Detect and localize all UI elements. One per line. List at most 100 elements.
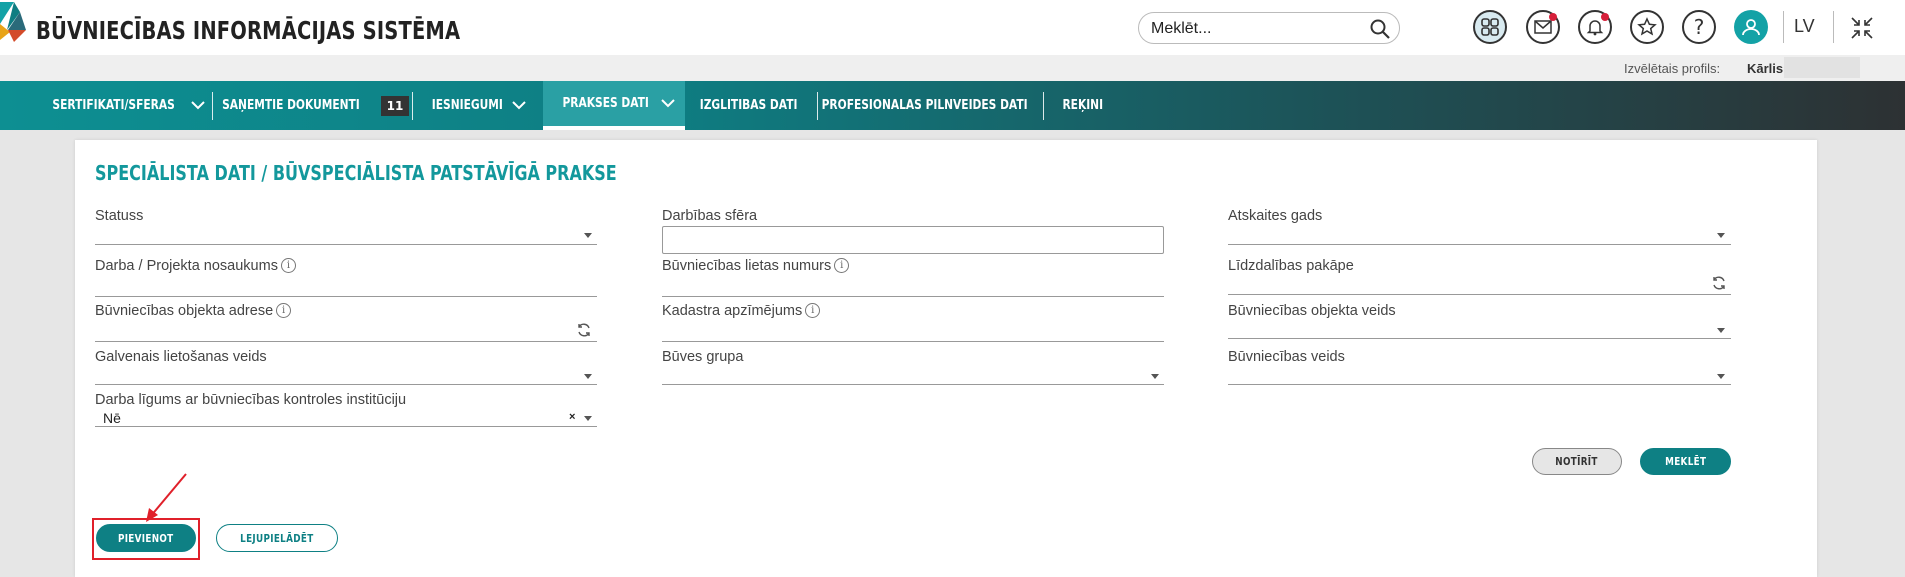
language-switcher[interactable]: LV xyxy=(1794,16,1815,37)
main-nav: SERTIFIKĀTI/SFĒRAS SAŅEMTIE DOKUMENTI 11… xyxy=(0,81,1905,130)
caret-down-icon xyxy=(584,374,592,379)
nav-divider xyxy=(212,92,213,120)
caret-down-icon xyxy=(584,416,592,421)
download-button-label: LEJUPIELĀDĒT xyxy=(240,531,314,545)
field-label: Būvniecības objekta veids xyxy=(1228,303,1396,319)
caret-down-icon xyxy=(1717,328,1725,333)
field-underline xyxy=(1228,294,1731,295)
field-underline xyxy=(95,384,597,385)
search-button[interactable]: MEKLĒT xyxy=(1640,448,1731,475)
status-select[interactable]: Statuss xyxy=(95,208,597,246)
buves-grupa-select[interactable]: Būves grupa xyxy=(662,349,1164,387)
apps-icon[interactable] xyxy=(1473,10,1507,44)
clear-button-label: NOTĪRĪT xyxy=(1555,455,1599,468)
darbibas-sfera-field[interactable]: Darbības sfēra xyxy=(662,208,1164,254)
field-label: Kadastra apzīmējums i xyxy=(662,303,821,319)
atskaites-gads-select[interactable]: Atskaites gads xyxy=(1228,208,1731,246)
field-label: Būvniecības objekta adrese i xyxy=(95,303,292,319)
star-icon[interactable] xyxy=(1630,10,1664,44)
field-label: Būvniecības lietas numurs i xyxy=(662,258,850,274)
lietas-numurs-field[interactable]: Būvniecības lietas numurs i xyxy=(662,258,1164,298)
nav-item-label: IESNIEGUMI xyxy=(431,98,503,113)
bell-icon[interactable] xyxy=(1578,10,1612,44)
buvniecibas-veids-select[interactable]: Būvniecības veids xyxy=(1228,349,1731,387)
search-icon[interactable] xyxy=(1369,18,1391,40)
chevron-down-icon xyxy=(660,99,675,108)
field-label: Būves grupa xyxy=(662,349,744,365)
field-label: Galvenais lietošanas veids xyxy=(95,349,267,365)
darba-nosaukums-field[interactable]: Darba / Projekta nosaukums i xyxy=(95,258,597,298)
download-button[interactable]: LEJUPIELĀDĒT xyxy=(216,524,338,552)
caret-down-icon xyxy=(584,233,592,238)
nav-item-rekini[interactable]: RĒĶINI xyxy=(1055,81,1111,130)
caret-down-icon xyxy=(1717,233,1725,238)
refresh-icon[interactable] xyxy=(1711,275,1727,291)
info-icon[interactable]: i xyxy=(805,303,821,318)
nav-item-sanemtie-dokumenti[interactable]: SAŅEMTIE DOKUMENTI 11 xyxy=(221,81,410,130)
search-button-label: MEKLĒT xyxy=(1664,455,1707,468)
nav-item-label: IZGLĪTĪBAS DATI xyxy=(700,98,798,113)
field-underline xyxy=(95,244,597,245)
objekta-adrese-field[interactable]: Būvniecības objekta adrese i xyxy=(95,303,597,343)
help-icon[interactable]: ? xyxy=(1682,10,1716,44)
nav-item-profesionalas-pilnveides[interactable]: PROFESIONĀLĀS PILNVEIDES DATI xyxy=(820,81,1030,130)
kadastra-apzimejums-field[interactable]: Kadastra apzīmējums i xyxy=(662,303,1164,343)
field-underline xyxy=(662,384,1164,385)
field-label: Statuss xyxy=(95,208,144,224)
nav-item-sertifikati[interactable]: SERTIFIKĀTI/SFĒRAS xyxy=(36,81,208,130)
field-label: Būvniecības veids xyxy=(1228,349,1345,365)
field-label-text: Darba / Projekta nosaukums xyxy=(95,258,278,274)
darba-ligums-select[interactable]: Darba līgums ar būvniecības kontroles in… xyxy=(95,392,597,428)
page-title: SPECIĀLISTA DATI / BŪVSPECIĀLISTA PATSTĀ… xyxy=(95,161,617,185)
count-badge: 11 xyxy=(380,95,410,116)
field-underline xyxy=(662,296,1164,297)
info-icon[interactable]: i xyxy=(834,258,850,273)
nav-divider xyxy=(412,92,413,120)
field-underline xyxy=(95,426,597,427)
field-label: Darbības sfēra xyxy=(662,208,758,224)
lietosanas-veids-select[interactable]: Galvenais lietošanas veids xyxy=(95,349,597,387)
clear-button[interactable]: NOTĪRĪT xyxy=(1532,448,1622,475)
clear-icon[interactable]: × xyxy=(569,411,575,423)
search-input[interactable] xyxy=(1151,19,1361,39)
profile-label: Izvēlētais profils: xyxy=(1624,61,1721,76)
lidzdalibas-pakape-field[interactable]: Līdzdalības pakāpe xyxy=(1228,258,1731,298)
nav-item-label: SERTIFIKĀTI/SFĒRAS xyxy=(52,98,176,113)
bell-notification-dot xyxy=(1601,13,1609,21)
darbibas-sfera-input[interactable] xyxy=(662,226,1164,254)
info-icon[interactable]: i xyxy=(276,303,292,318)
profile-name[interactable]: Kārlis xyxy=(1747,61,1783,76)
app-title[interactable]: BŪVNIECĪBAS INFORMĀCIJAS SISTĒMA xyxy=(36,16,460,45)
field-underline xyxy=(1228,244,1731,245)
field-label: Darba / Projekta nosaukums i xyxy=(95,258,296,274)
annotation-arrow-icon xyxy=(146,473,187,522)
chevron-down-icon xyxy=(190,101,205,110)
global-search[interactable] xyxy=(1138,12,1400,44)
mail-icon[interactable] xyxy=(1526,10,1560,44)
field-underline xyxy=(1228,338,1731,339)
collapse-icon[interactable] xyxy=(1848,14,1876,42)
chevron-down-icon xyxy=(512,101,527,110)
profile-bar: Izvēlētais profils: Kārlis xyxy=(0,55,1905,81)
mail-notification-dot xyxy=(1549,13,1557,21)
field-label-text: Būvniecības lietas numurs xyxy=(662,258,832,274)
select-value: Nē xyxy=(103,410,121,426)
caret-down-icon xyxy=(1717,374,1725,379)
user-icon[interactable] xyxy=(1734,10,1768,44)
nav-item-label: PRAKSES DATI xyxy=(562,96,650,111)
logo-icon[interactable] xyxy=(0,2,30,47)
refresh-icon[interactable] xyxy=(576,322,592,338)
objekta-veids-select[interactable]: Būvniecības objekta veids xyxy=(1228,303,1731,341)
nav-divider xyxy=(1043,92,1044,120)
nav-item-izglitibas-dati[interactable]: IZGLĪTĪBAS DATI xyxy=(690,81,808,130)
info-icon[interactable]: i xyxy=(280,258,296,273)
profile-name-redaction xyxy=(1784,57,1860,78)
caret-down-icon xyxy=(1151,374,1159,379)
field-underline xyxy=(95,341,597,342)
nav-item-label: PROFESIONĀLĀS PILNVEIDES DATI xyxy=(822,98,1029,113)
nav-item-iesniegumi[interactable]: IESNIEGUMI xyxy=(420,81,530,130)
nav-item-prakses-dati[interactable]: PRAKSES DATI xyxy=(543,81,685,130)
field-underline xyxy=(662,341,1164,342)
field-label: Atskaites gads xyxy=(1228,208,1323,224)
nav-item-label: SAŅEMTIE DOKUMENTI xyxy=(221,98,360,113)
